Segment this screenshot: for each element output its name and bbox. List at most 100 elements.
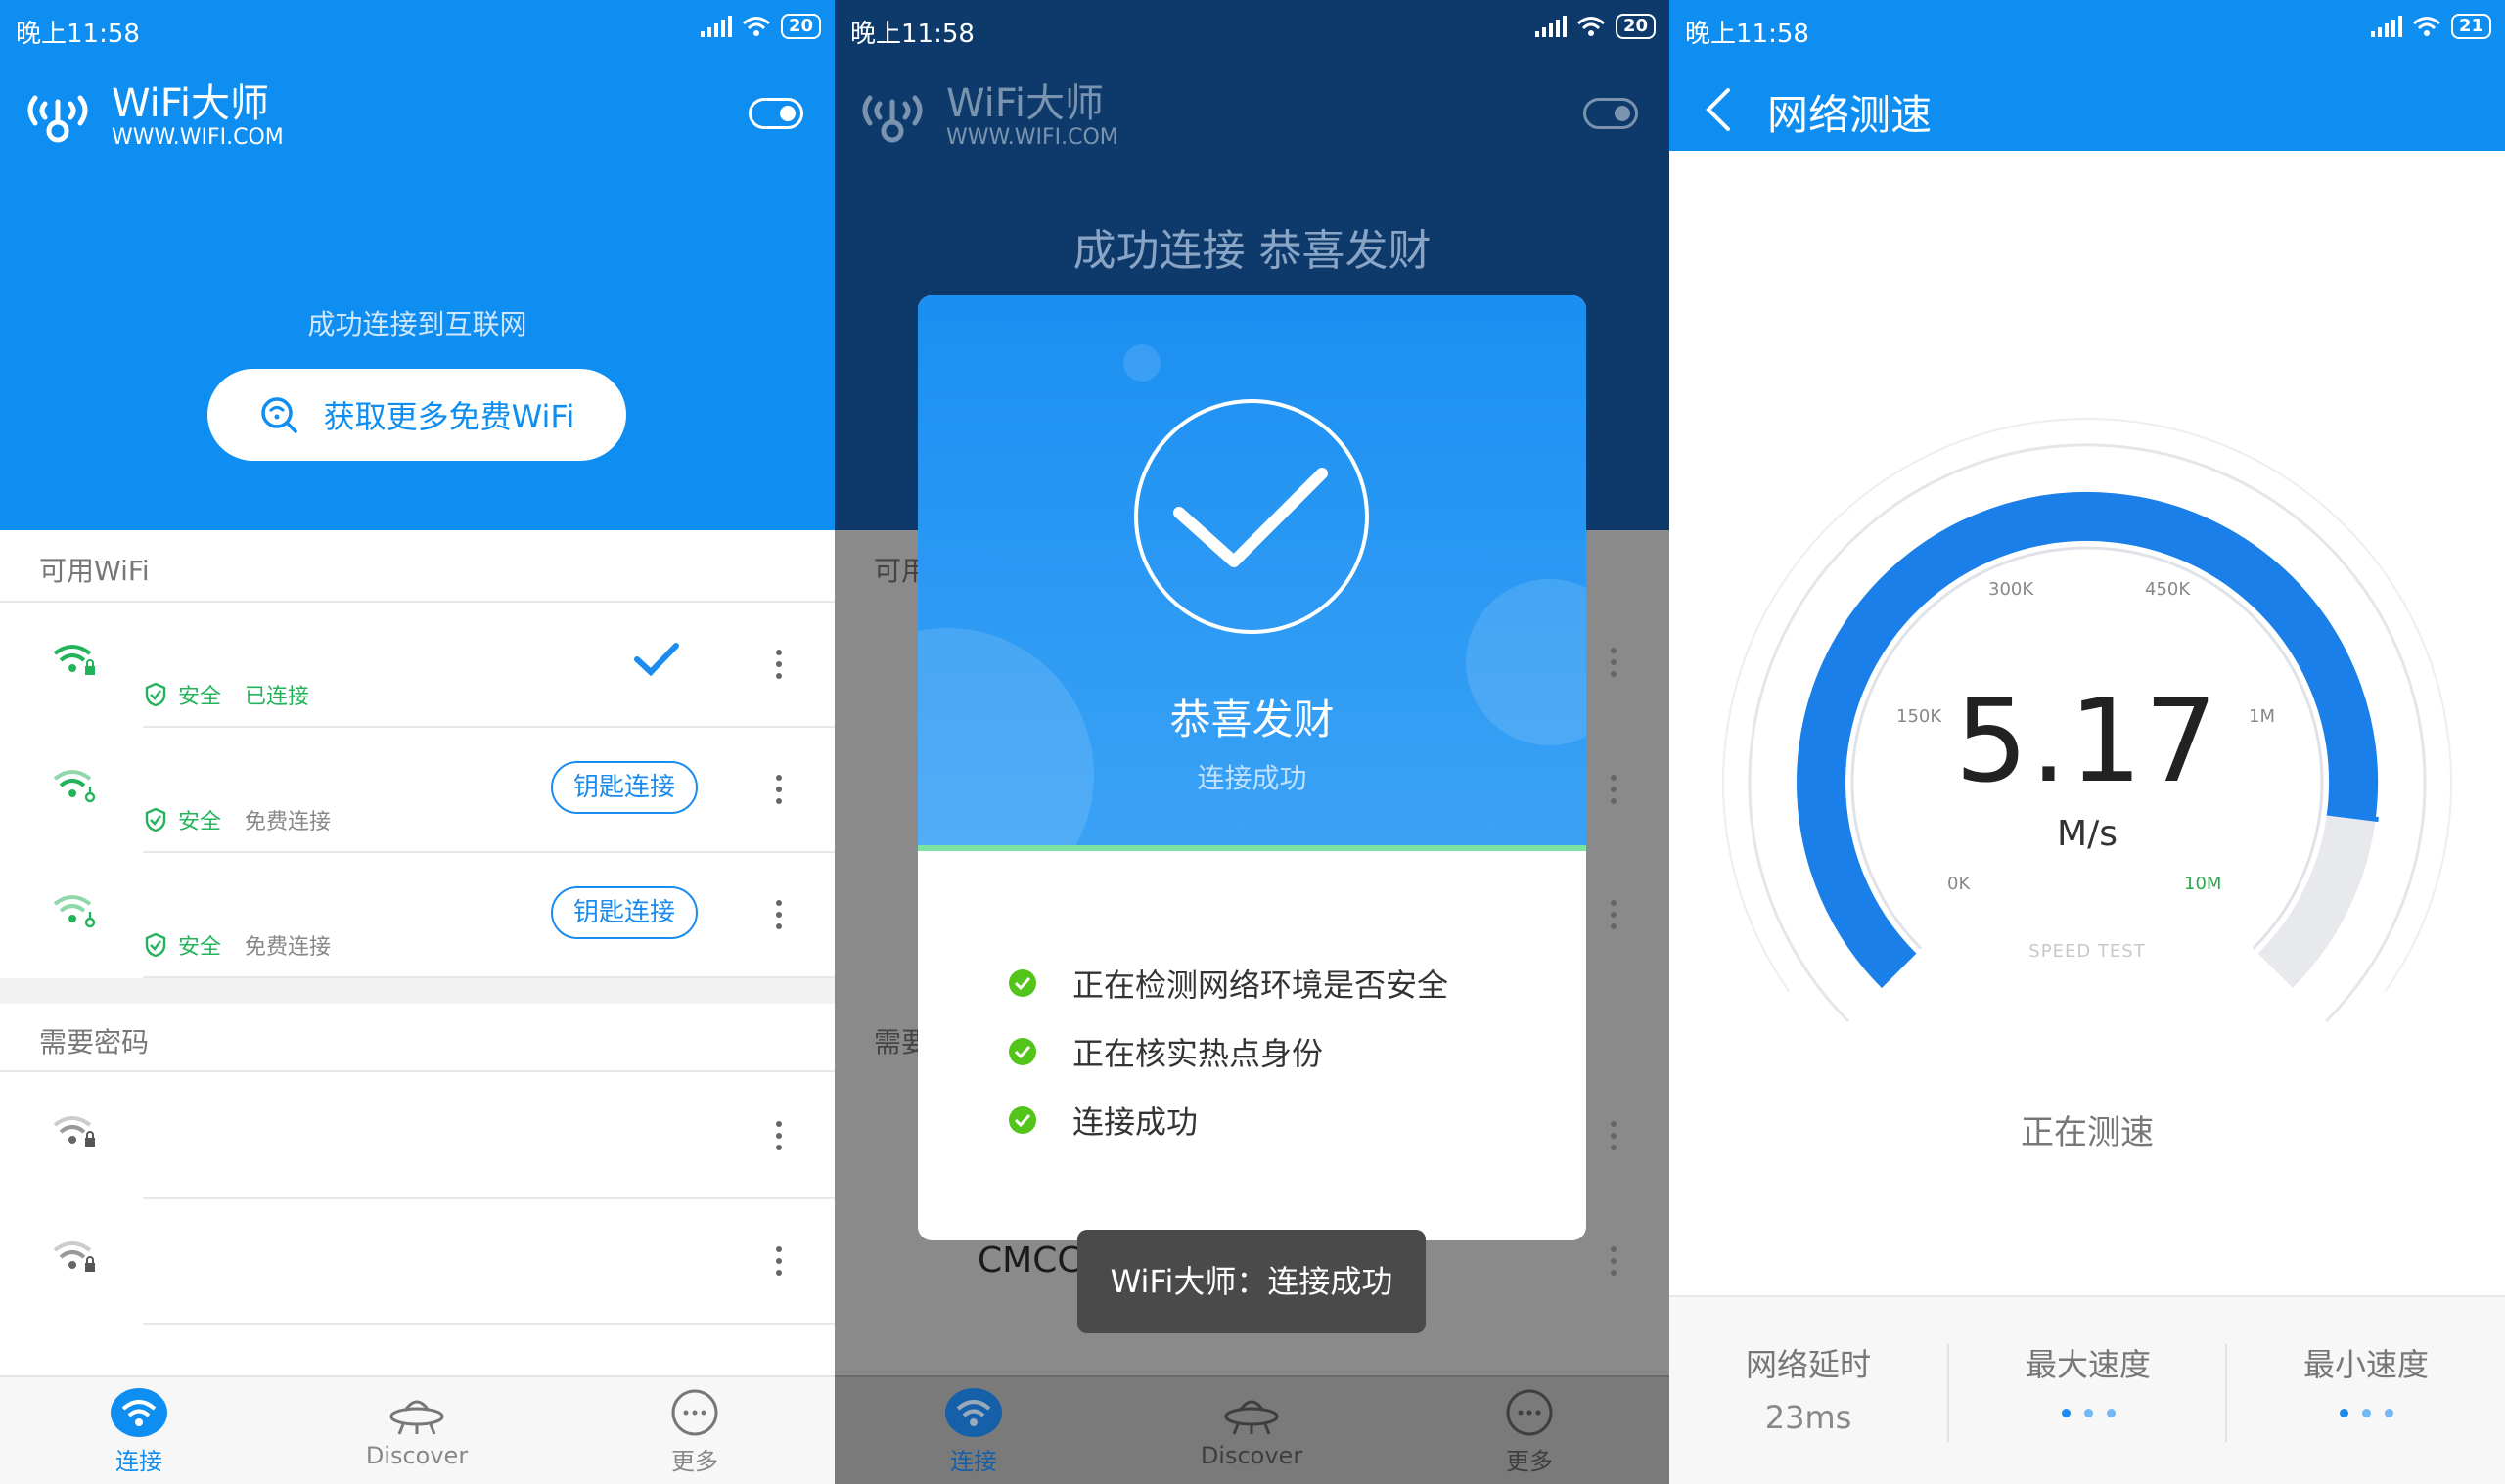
brand-url: WWW.WIFI.COM — [946, 125, 1118, 150]
decor-bubble — [1123, 344, 1161, 382]
latency-label: 网络延时 — [1745, 1346, 1871, 1383]
more-circle-icon — [1506, 1389, 1553, 1436]
shield-icon — [145, 933, 166, 957]
speed-unit: M/s — [2057, 814, 2118, 854]
wifi-tab-icon — [945, 1388, 1002, 1437]
battery-icon: 20 — [780, 14, 821, 39]
success-header-text: 成功连接 恭喜发财 — [1072, 226, 1432, 276]
check-step: 正在核实热点身份 — [1008, 1017, 1448, 1086]
signal-icon — [2370, 16, 2402, 37]
nav-more-label: 更多 — [671, 1448, 718, 1475]
back-arrow-icon[interactable] — [1703, 86, 1732, 133]
wifi-signal-key-icon — [53, 895, 96, 928]
get-more-wifi-button[interactable]: 获取更多免费WiFi — [207, 369, 626, 461]
dialog-title: 恭喜发财 — [1169, 696, 1335, 743]
safe-tag: 安全 — [178, 935, 222, 960]
tick-label: 450K — [2145, 579, 2191, 600]
check-step: 正在检测网络环境是否安全 — [1008, 949, 1448, 1017]
nav-discover[interactable]: Discover — [319, 1387, 515, 1469]
search-wifi-icon — [260, 397, 297, 433]
brand-url: WWW.WIFI.COM — [112, 125, 284, 150]
wifi-master-logo-icon — [27, 95, 88, 143]
speed-test-caption: SPEED TEST — [2028, 941, 2146, 962]
tick-label: 300K — [1988, 579, 2034, 600]
tick-label: 0K — [1947, 874, 1971, 894]
wifi-master-logo-icon — [862, 95, 923, 143]
more-options-icon[interactable] — [776, 650, 784, 679]
key-connect-button[interactable]: 钥匙连接 — [551, 886, 698, 939]
check-step-label: 正在检测网络环境是否安全 — [1072, 967, 1449, 1004]
status-time: 晚上11:58 — [1685, 20, 1809, 49]
nav-connect: 连接 — [876, 1387, 1071, 1476]
signal-icon — [700, 16, 732, 37]
more-options-icon — [1611, 648, 1618, 677]
nav-connect-label: 连接 — [115, 1448, 162, 1475]
wifi-status-icon — [1576, 17, 1605, 36]
signal-icon — [1534, 16, 1567, 37]
status-bar: 晚上11:58 20 — [0, 0, 835, 57]
check-step-label: 正在核实热点身份 — [1072, 1035, 1324, 1072]
speed-value: 5.17 — [1954, 673, 2220, 808]
latency-stat: 网络延时 23ms — [1669, 1340, 1947, 1436]
nav-discover-label: Discover — [365, 1442, 469, 1469]
more-options-icon[interactable] — [776, 900, 784, 929]
wifi-list-item[interactable] — [0, 1197, 835, 1323]
partial-ssid: CMCC — [978, 1240, 1082, 1281]
wifi-list-item[interactable] — [0, 1072, 835, 1197]
loading-dots-icon — [1949, 1409, 2227, 1417]
connection-state: 免费连接 — [245, 810, 332, 834]
nav-connect-label: 连接 — [950, 1448, 997, 1475]
more-options-icon[interactable] — [776, 1246, 784, 1276]
page-title: 网络测速 — [1767, 91, 1933, 139]
shield-icon — [145, 683, 166, 706]
nav-more-label: 更多 — [1506, 1448, 1553, 1475]
ufo-icon — [1224, 1400, 1279, 1435]
wifi-list-screen: 晚上11:58 20 WiFi大师 WWW.WIFI.COM 成功连接到互联网 … — [0, 0, 835, 1484]
more-options-icon[interactable] — [776, 1121, 784, 1150]
wifi-signal-key-icon — [53, 770, 96, 803]
check-circle-icon — [1009, 1038, 1036, 1065]
status-bar: 晚上11:58 20 — [835, 0, 1669, 57]
tick-label: 10M — [2184, 874, 2222, 894]
nav-more[interactable]: 更多 — [597, 1387, 793, 1476]
safe-tag: 安全 — [178, 685, 222, 709]
brand-name: WiFi大师 — [112, 81, 269, 126]
max-speed-stat: 最大速度 — [1949, 1340, 2227, 1417]
wifi-locked-gray-icon — [53, 1241, 95, 1272]
wifi-list-item[interactable]: 安全 免费连接 钥匙连接 — [0, 851, 835, 976]
wifi-list-item[interactable]: 安全 免费连接 钥匙连接 — [0, 726, 835, 851]
safe-tag: 安全 — [178, 810, 222, 834]
loading-dots-icon — [2227, 1409, 2505, 1417]
toggle-knob-icon — [1615, 106, 1630, 121]
dialog-subtitle: 连接成功 — [1197, 762, 1307, 794]
status-time: 晚上11:58 — [16, 20, 140, 49]
more-options-icon[interactable] — [776, 775, 784, 804]
wifi-toggle[interactable] — [749, 98, 803, 129]
connection-state: 已连接 — [245, 685, 310, 709]
check-steps: 正在检测网络环境是否安全 正在核实热点身份 连接成功 — [1008, 949, 1448, 1154]
bottom-navigation: 连接 Discover 更多 — [835, 1375, 1669, 1484]
wifi-signal-locked-icon — [53, 645, 95, 675]
connected-message: 成功连接到互联网 — [307, 308, 527, 340]
key-connect-button[interactable]: 钥匙连接 — [551, 761, 698, 814]
get-more-wifi-label: 获取更多免费WiFi — [323, 398, 575, 435]
bottom-navigation: 连接 Discover 更多 — [0, 1375, 835, 1484]
brand-name: WiFi大师 — [946, 81, 1104, 126]
check-step: 连接成功 — [1008, 1086, 1448, 1154]
wifi-toggle[interactable] — [1583, 98, 1638, 129]
connection-state: 免费连接 — [245, 935, 332, 960]
speed-test-screen: 晚上11:58 21 网络测速 0K 150K 300K 450K 1M 10M… — [1669, 0, 2505, 1484]
max-speed-label: 最大速度 — [2025, 1346, 2151, 1383]
status-time: 晚上11:58 — [850, 20, 975, 49]
success-check-icon — [1134, 399, 1369, 634]
brand: WiFi大师 WWW.WIFI.COM — [856, 80, 1118, 153]
password-section-title: 需要密码 — [39, 1026, 150, 1058]
available-section-title: 可用WiFi — [39, 555, 150, 587]
min-speed-label: 最小速度 — [2302, 1346, 2429, 1383]
nav-connect[interactable]: 连接 — [41, 1387, 237, 1476]
connected-check-icon — [634, 643, 679, 677]
wifi-status-icon — [2412, 17, 2440, 36]
toggle-knob-icon — [780, 106, 796, 121]
divider — [143, 1323, 835, 1325]
wifi-list-item[interactable]: 安全 已连接 — [0, 601, 835, 726]
